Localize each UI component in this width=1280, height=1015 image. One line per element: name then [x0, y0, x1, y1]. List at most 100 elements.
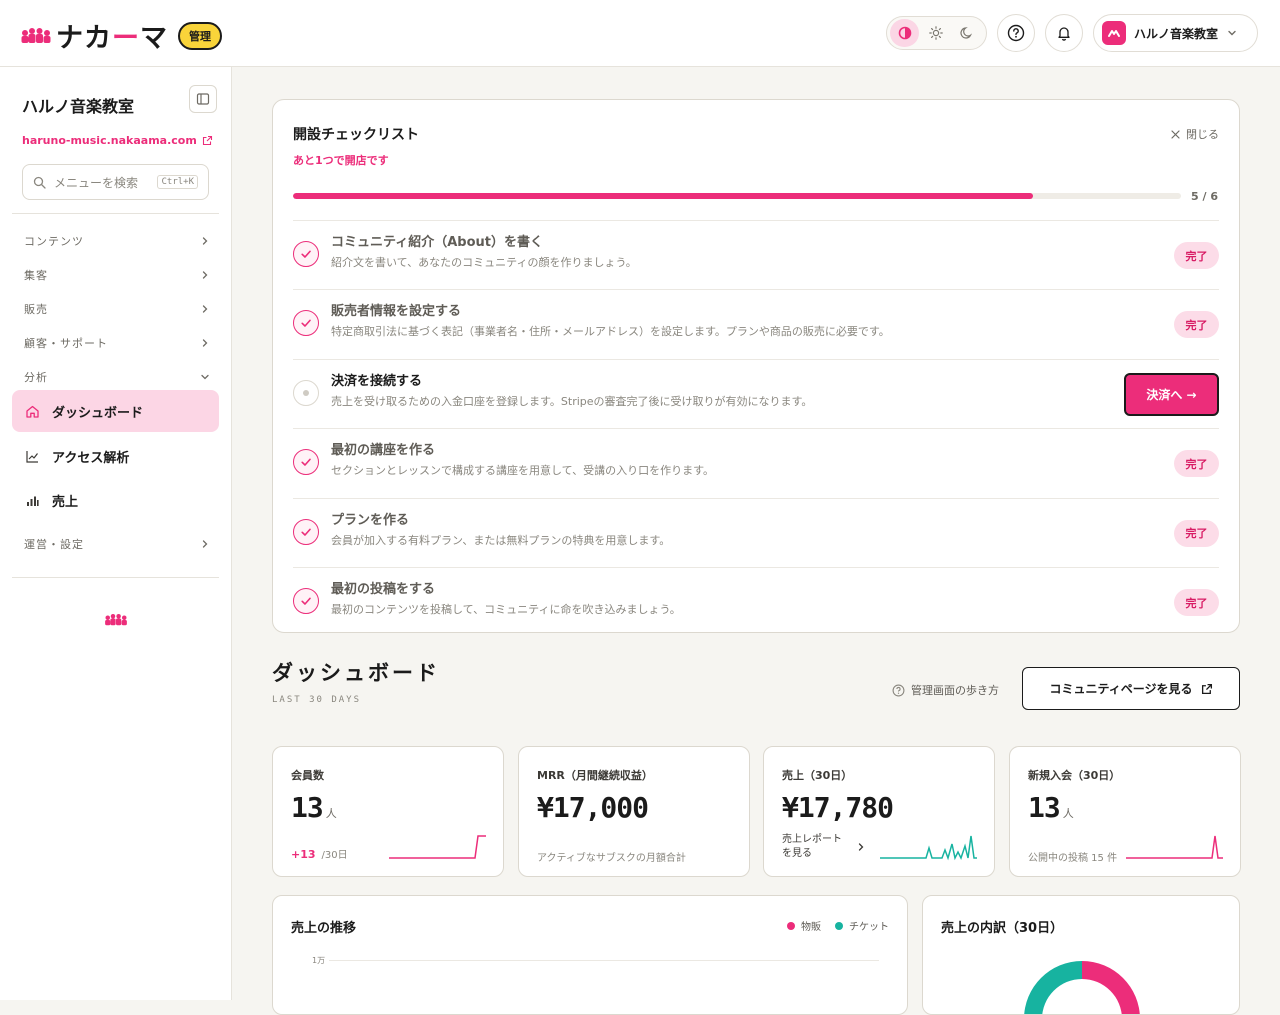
checklist-task[interactable]: 決済を接続する売上を受け取るための入金口座を登録します。Stripeの審査完了後…	[293, 358, 1219, 428]
view-community-page-button[interactable]: コミュニティページを見る	[1022, 667, 1240, 710]
progress-fill	[293, 193, 1033, 199]
task-description: 紹介文を書いて、あなたのコミュニティの顔を作りましょう。	[331, 256, 637, 269]
account-menu[interactable]: ハルノ音楽教室	[1093, 14, 1258, 52]
setup-checklist-card: 開設チェックリスト あと1つで開店です 閉じる 5 / 6 コミュニティ紹介（A…	[272, 99, 1240, 633]
stat-delta: +13/30日	[291, 848, 348, 861]
sidebar-item-label: 売上	[52, 494, 79, 510]
stat-value: 13 人	[1028, 791, 1074, 824]
connect-payment-button[interactable]: 決済へ →	[1124, 372, 1219, 416]
sidebar-item-dashboard[interactable]: ダッシュボード	[12, 390, 219, 432]
checklist-task[interactable]: コミュニティ紹介（About）を書く 紹介文を書いて、あなたのコミュニティの顔を作…	[293, 220, 1219, 289]
sidebar-group-acquisition[interactable]: 集客	[24, 264, 210, 286]
stat-label: 売上（30日）	[782, 769, 853, 782]
stat-card-new-members: 新規入会（30日） 13 人 公開中の投稿 15 件	[1009, 746, 1241, 877]
external-link-icon	[202, 135, 212, 146]
sidebar-group-operations[interactable]: 運営・設定	[24, 533, 210, 555]
checklist-task[interactable]: 販売者情報を設定する特定商取引法に基づく表記（事業者名・住所・メールアドレス）を…	[293, 289, 1219, 358]
task-title: 最初の投稿をする	[331, 582, 436, 597]
theme-toggle	[886, 16, 987, 50]
members-sparkline	[389, 835, 486, 859]
divider	[12, 577, 219, 578]
gridline	[329, 960, 879, 961]
legend-dot	[787, 921, 795, 930]
chevron-down-icon	[201, 374, 209, 380]
sidebar-group-content[interactable]: コンテンツ	[24, 230, 210, 252]
sales-trend-panel: 売上の推移 物販 チケット 1万	[272, 895, 908, 1015]
checklist-title: 開設チェックリスト	[293, 127, 419, 143]
sidebar-group-sales[interactable]: 販売	[24, 298, 210, 320]
chevron-right-icon	[202, 305, 208, 313]
external-link-icon	[1201, 683, 1212, 694]
page-title: ダッシュボード	[272, 661, 440, 685]
help-button[interactable]	[997, 14, 1035, 52]
sun-icon	[928, 26, 943, 40]
chart-legend: 物販 チケット	[773, 918, 889, 933]
status-badge: 完了	[1174, 311, 1219, 339]
brand-wordmark: ナカーマ	[56, 23, 168, 54]
stat-footnote: 公開中の投稿 15 件	[1028, 853, 1118, 864]
home-icon	[26, 405, 39, 418]
close-checklist-button[interactable]: 閉じる	[1171, 126, 1219, 142]
checkmark-icon	[293, 241, 319, 267]
community-url-link[interactable]: haruno-music.nakaama.com	[22, 134, 213, 147]
task-description: 売上を受け取るための入金口座を登録します。Stripeの審査完了後に受け取りが有…	[331, 394, 813, 408]
task-title: 決済を接続する	[331, 373, 423, 389]
donut-segment-tickets	[1024, 961, 1082, 1014]
stat-value: 13 人	[291, 791, 337, 824]
pending-circle-icon	[293, 379, 319, 406]
legend-item-tickets[interactable]: チケット	[835, 918, 889, 933]
task-title: 最初の講座を作る	[331, 443, 436, 459]
date-range-label: LAST 30 DAYS	[272, 695, 362, 705]
help-icon	[892, 684, 905, 696]
checkmark-icon	[293, 449, 319, 476]
progress-count: 5 / 6	[1191, 190, 1218, 203]
community-mark-icon	[1108, 30, 1120, 37]
sidebar-item-label: アクセス解析	[52, 450, 130, 466]
light-theme-button[interactable]	[921, 19, 950, 47]
sidebar-group-analytics[interactable]: 分析	[24, 366, 210, 388]
top-bar: ナカーマ 管理 ハルノ音楽教室	[0, 0, 1280, 67]
stat-value: ¥17,780	[782, 791, 894, 824]
moon-icon	[959, 27, 972, 39]
sidebar-toggle-icon	[196, 93, 210, 105]
sidebar-group-customers[interactable]: 顧客・サポート	[24, 332, 210, 354]
new-members-sparkline	[1126, 835, 1223, 859]
logo[interactable]: ナカーマ 管理	[20, 16, 222, 55]
sales-report-link[interactable]: 売上レポートを見る	[782, 833, 866, 861]
legend-item-goods[interactable]: 物販	[787, 918, 821, 933]
checklist-task[interactable]: 最初の投稿をする最初のコンテンツを投稿して、コミュニティに命を吹き込みましょう。…	[293, 567, 1219, 636]
bell-icon	[1058, 27, 1070, 41]
dark-theme-button[interactable]	[952, 19, 981, 47]
checklist-task[interactable]: プランを作る 会員が加入する有料プラン、または無料プランの特典を用意します。 完了	[293, 497, 1219, 567]
checklist-task[interactable]: 最初の講座を作る セクションとレッスンで構成する講座を用意して、受講の入り口を作り…	[293, 428, 1219, 497]
sidebar-item-access[interactable]: アクセス解析	[12, 435, 219, 477]
stat-card-sales: 売上（30日） ¥17,780 売上レポートを見る	[763, 746, 995, 877]
contrast-theme-button[interactable]	[890, 19, 919, 47]
admin-guide-link[interactable]: 管理画面の歩き方	[892, 682, 999, 698]
menu-search-input[interactable]: メニューを検索 Ctrl+K	[22, 164, 209, 200]
stat-value: ¥17,000	[537, 791, 649, 824]
sidebar-collapse-button[interactable]	[189, 85, 217, 113]
checklist-subtitle: あと1つで開店です	[293, 154, 389, 167]
sidebar-item-revenue[interactable]: 売上	[12, 479, 219, 521]
task-description: 最初のコンテンツを投稿して、コミュニティに命を吹き込みましょう。	[331, 603, 681, 616]
stat-label: 会員数	[291, 769, 324, 782]
close-icon	[1171, 129, 1180, 139]
task-description: 会員が加入する有料プラン、または無料プランの特典を用意します。	[331, 533, 671, 547]
notifications-button[interactable]	[1045, 14, 1083, 52]
divider	[12, 213, 219, 214]
task-title: 販売者情報を設定する	[331, 304, 462, 320]
legend-dot	[835, 921, 843, 930]
search-shortcut: Ctrl+K	[157, 175, 198, 189]
checkmark-icon	[293, 588, 319, 614]
chevron-right-icon	[202, 237, 208, 245]
task-description: 特定商取引法に基づく表記（事業者名・住所・メールアドレス）を設定します。プランや…	[331, 325, 890, 339]
sidebar: ハルノ音楽教室 haruno-music.nakaama.com メニューを検索…	[0, 67, 232, 1000]
chevron-right-icon	[202, 271, 208, 279]
stat-label: 新規入会（30日）	[1028, 769, 1121, 782]
help-icon	[1007, 24, 1025, 42]
line-chart-icon	[26, 450, 38, 463]
people-logo-icon	[21, 27, 51, 43]
search-placeholder: メニューを検索	[54, 175, 139, 190]
status-badge: 完了	[1174, 242, 1219, 269]
